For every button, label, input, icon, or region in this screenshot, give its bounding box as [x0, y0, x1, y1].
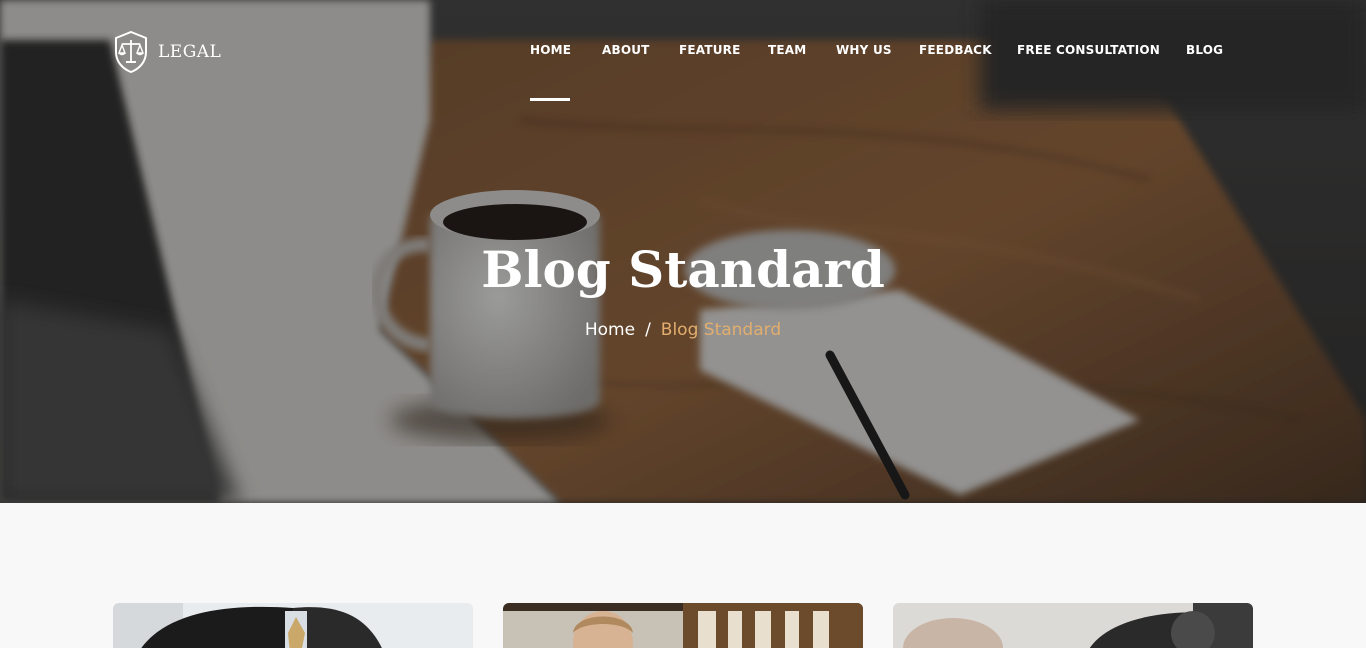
- breadcrumb-current: Blog Standard: [660, 320, 782, 340]
- nav-feature[interactable]: FEATURE: [679, 43, 741, 57]
- blog-card-photo-lawyer: [503, 603, 863, 648]
- blog-card-image[interactable]: [113, 603, 473, 648]
- page-title: Blog Standard: [481, 240, 885, 299]
- breadcrumb: Home / Blog Standard: [0, 320, 1366, 340]
- blog-card-image[interactable]: [893, 603, 1253, 648]
- nav-home[interactable]: HOME: [530, 43, 571, 57]
- active-nav-indicator: [530, 98, 570, 101]
- breadcrumb-separator: /: [645, 320, 651, 340]
- nav-free-consultation[interactable]: FREE CONSULTATION: [1017, 43, 1160, 57]
- blog-card-photo-meeting: [893, 603, 1253, 648]
- nav-feedback[interactable]: FEEDBACK: [919, 43, 992, 57]
- nav-blog[interactable]: BLOG: [1186, 43, 1223, 57]
- blog-card-photo-judge: [113, 603, 473, 648]
- hero-banner: LEGAL HOME ABOUT FEATURE TEAM WHY US FEE…: [0, 0, 1366, 503]
- nav-team[interactable]: TEAM: [768, 43, 806, 57]
- nav-about[interactable]: ABOUT: [602, 43, 650, 57]
- nav-why-us[interactable]: WHY US: [836, 43, 892, 57]
- blog-card-image[interactable]: [503, 603, 863, 648]
- breadcrumb-home-link[interactable]: Home: [585, 320, 635, 340]
- main-navigation: HOME ABOUT FEATURE TEAM WHY US FEEDBACK …: [0, 43, 1366, 59]
